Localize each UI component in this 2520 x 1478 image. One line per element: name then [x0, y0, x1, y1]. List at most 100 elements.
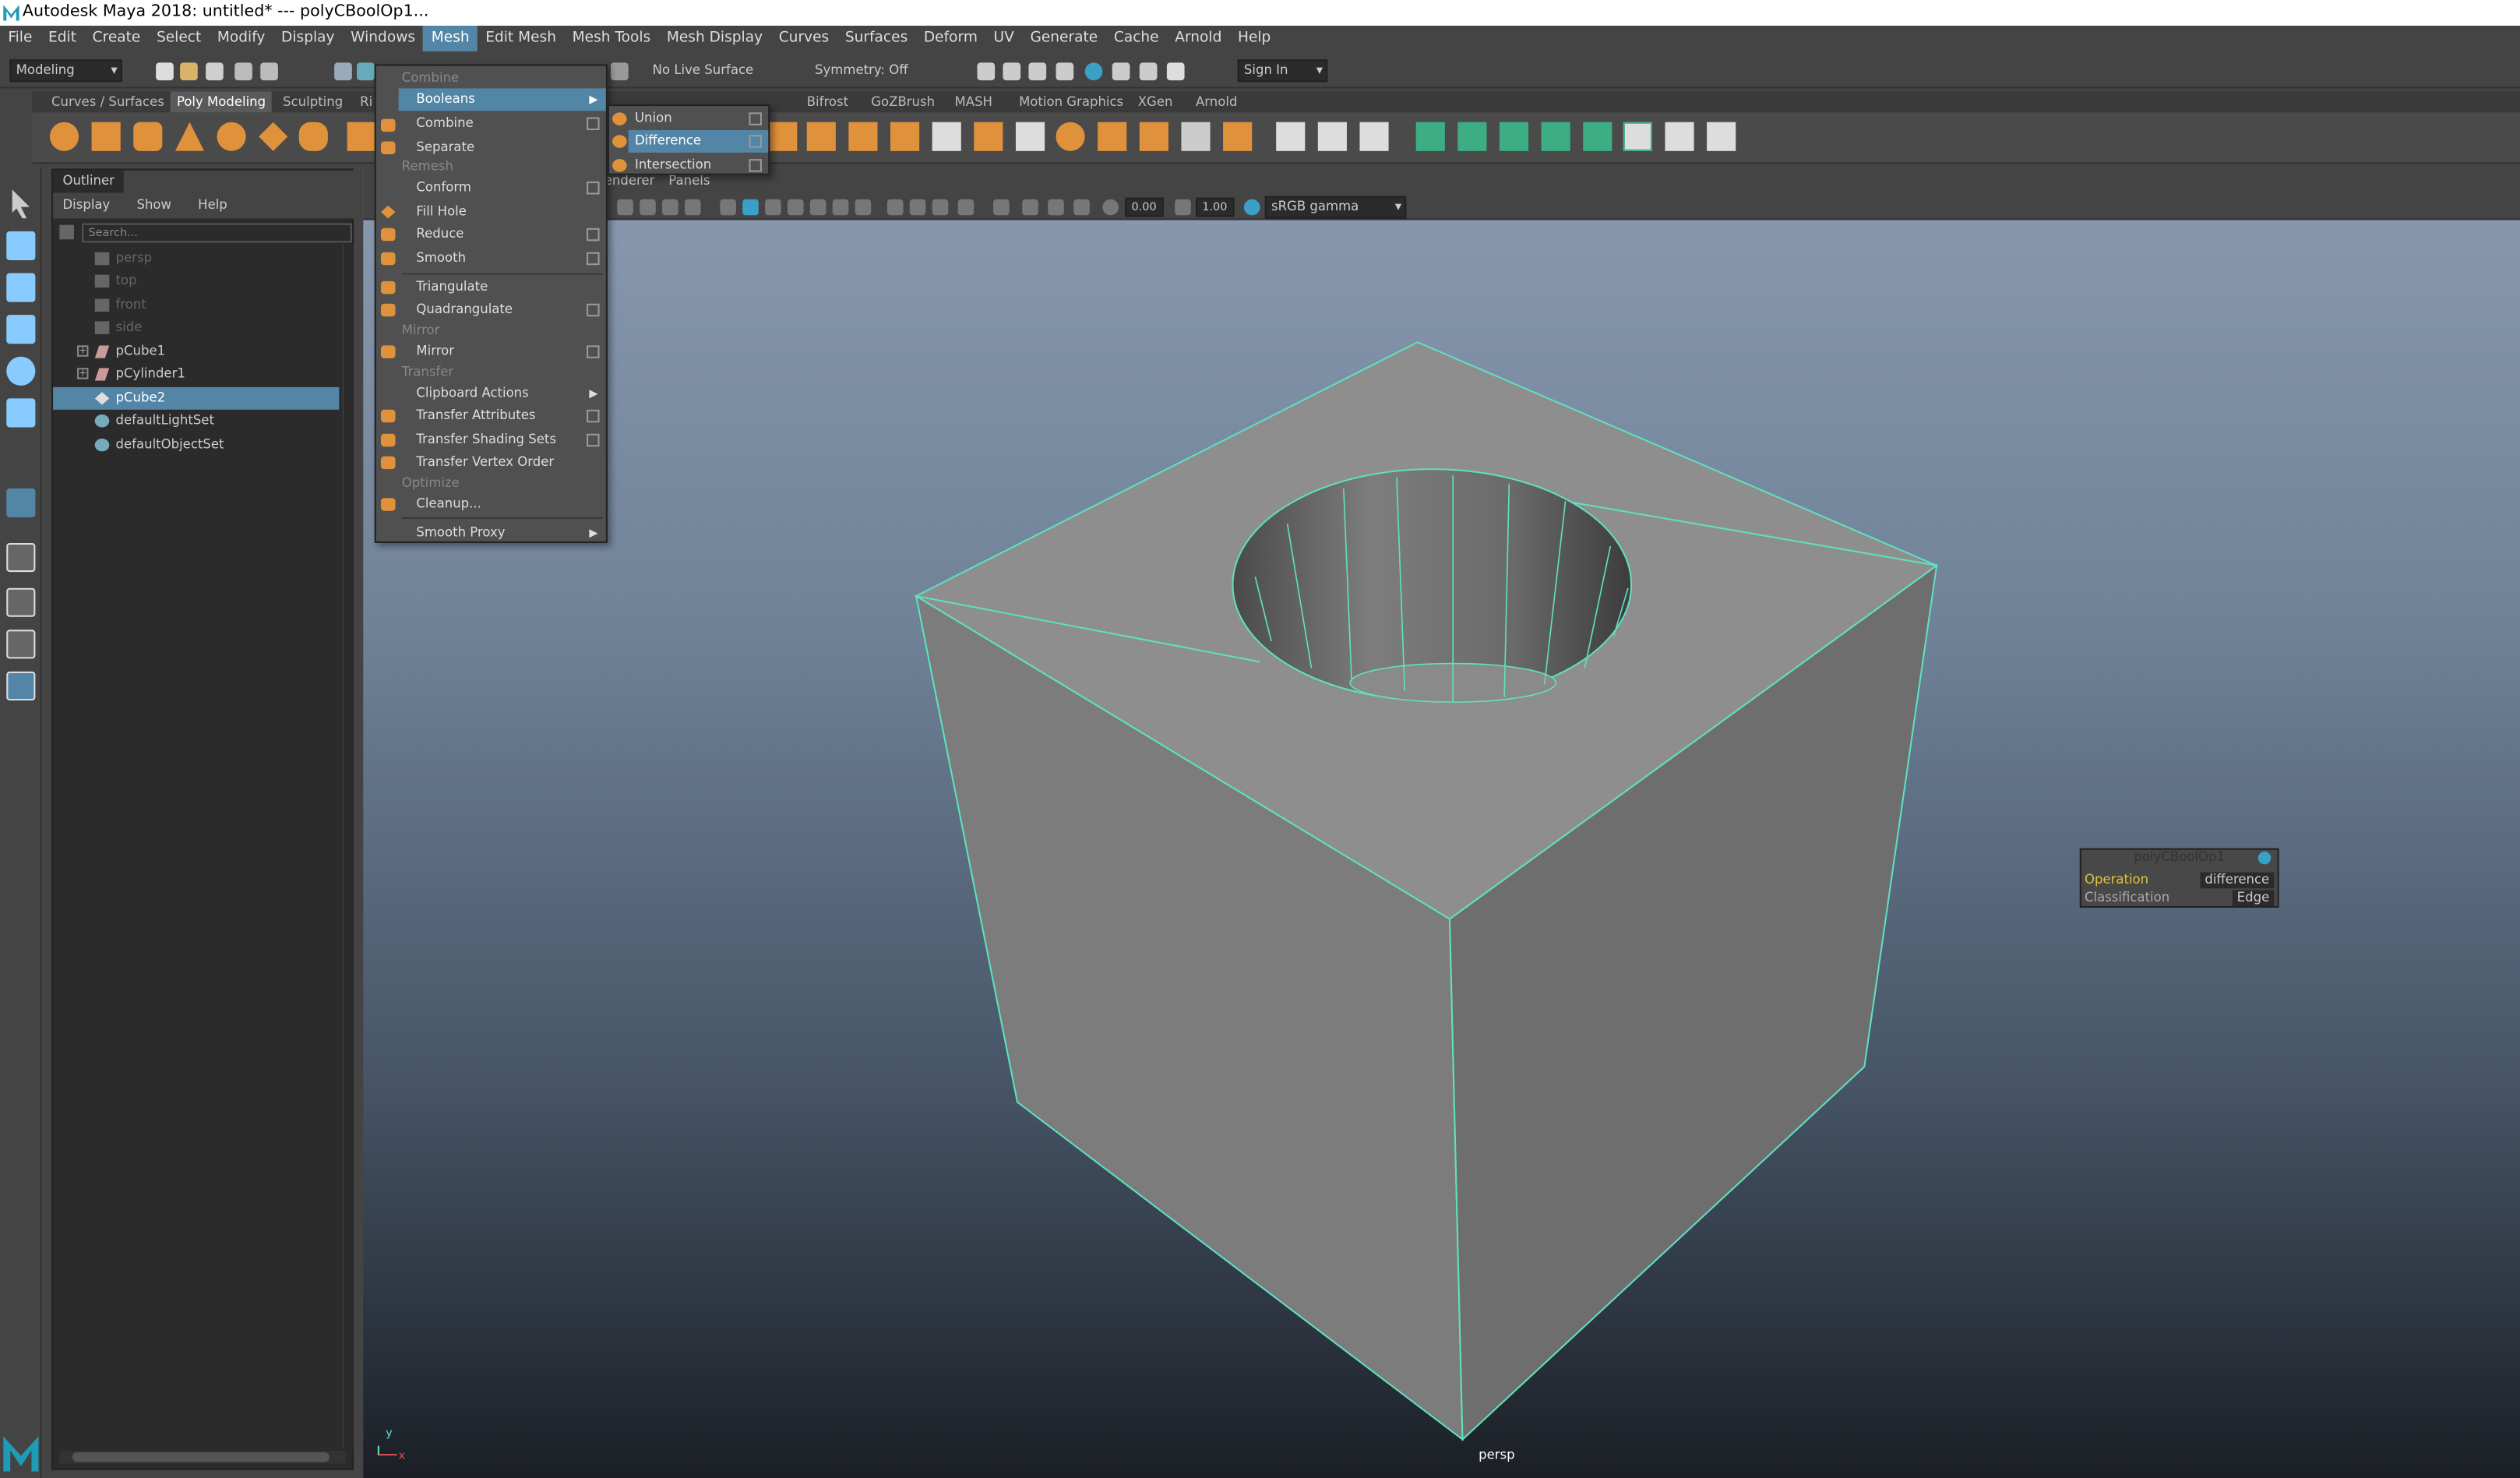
option-box-icon[interactable]: [587, 409, 600, 423]
paint-select-icon[interactable]: [6, 273, 36, 302]
automatic-map-icon[interactable]: [1541, 122, 1570, 151]
append-icon[interactable]: [1139, 122, 1168, 151]
select-object-icon[interactable]: [357, 62, 375, 81]
menu-item-difference[interactable]: Difference: [628, 130, 769, 153]
menu-select[interactable]: Select: [149, 26, 210, 51]
ipr-render-icon[interactable]: [1028, 62, 1047, 81]
live-surface-label[interactable]: No Live Surface: [653, 62, 754, 77]
select-tool-icon[interactable]: [12, 189, 30, 219]
select-hierarchy-icon[interactable]: [334, 62, 352, 81]
menu-item-cleanup[interactable]: Cleanup...: [376, 493, 606, 516]
hud-classification-value[interactable]: Edge: [2232, 890, 2275, 906]
menu-deform[interactable]: Deform: [916, 26, 986, 51]
hypershade-icon[interactable]: [1084, 62, 1103, 81]
single-perspective-layout-icon[interactable]: [6, 542, 36, 573]
menu-item-transfer-vertex-order[interactable]: Transfer Vertex Order: [376, 451, 606, 474]
shelf-options[interactable]: [0, 91, 33, 164]
option-box-icon[interactable]: [749, 112, 762, 125]
save-scene-icon[interactable]: [206, 62, 224, 81]
render-settings-icon[interactable]: [1056, 62, 1074, 81]
option-box-icon[interactable]: [587, 303, 600, 317]
outliner-horizontal-scrollbar[interactable]: [59, 1450, 346, 1464]
menu-mesh[interactable]: Mesh: [423, 25, 478, 51]
render-frame-icon[interactable]: [977, 62, 996, 81]
expand-icon[interactable]: +: [77, 345, 89, 357]
option-box-icon[interactable]: [587, 228, 600, 242]
render-view-icon[interactable]: [1112, 62, 1130, 81]
uv-editor-icon[interactable]: [1583, 122, 1612, 151]
checker-icon[interactable]: [1623, 122, 1652, 151]
new-scene-icon[interactable]: [156, 62, 174, 81]
outliner-item-persp[interactable]: persp: [53, 248, 339, 270]
poly-torus-icon[interactable]: [217, 122, 246, 151]
menu-item-combine[interactable]: Combine: [376, 112, 606, 135]
shelf-tab-curves-surfaces[interactable]: Curves / Surfaces: [51, 92, 164, 113]
scale-tool-icon[interactable]: [6, 398, 36, 428]
outliner-menu-help[interactable]: Help: [198, 198, 227, 213]
menu-windows[interactable]: Windows: [343, 26, 424, 51]
menu-item-union[interactable]: Union: [609, 108, 768, 130]
poly-cylinder-icon[interactable]: [133, 122, 163, 151]
poly-disc-icon[interactable]: [298, 122, 328, 151]
menu-item-transfer-shading-sets[interactable]: Transfer Shading Sets: [376, 429, 606, 452]
outliner-vertical-scrollbar[interactable]: [342, 244, 354, 1449]
undo-icon[interactable]: [234, 62, 252, 81]
offset-edge-loop-icon[interactable]: [1359, 122, 1389, 151]
outliner-menu-display[interactable]: Display: [62, 198, 110, 213]
outliner-layout-icon[interactable]: [6, 671, 36, 701]
arnold-render-icon[interactable]: [1139, 62, 1158, 81]
menu-mesh-display[interactable]: Mesh Display: [659, 26, 771, 51]
menu-create[interactable]: Create: [84, 26, 148, 51]
menu-help[interactable]: Help: [1230, 26, 1279, 51]
menu-file[interactable]: File: [0, 26, 41, 51]
outliner-menu-show[interactable]: Show: [136, 198, 171, 213]
shelf-tab-arnold[interactable]: Arnold: [1196, 92, 1237, 113]
lasso-tool-icon[interactable]: [6, 231, 36, 261]
open-scene-icon[interactable]: [180, 62, 198, 81]
outliner-item-pcube2[interactable]: pCube2: [53, 386, 340, 410]
insert-edge-loop-icon[interactable]: [1317, 122, 1347, 151]
four-view-layout-icon[interactable]: [6, 587, 36, 617]
poly-sphere-icon[interactable]: [49, 122, 79, 151]
bool-difference-icon[interactable]: [1098, 122, 1127, 151]
shelf-tab-motion-graphics[interactable]: Motion Graphics: [1019, 92, 1123, 113]
poly-cube-icon[interactable]: [91, 122, 121, 151]
outliner-search-input[interactable]: Search...: [82, 223, 352, 243]
menu-curves[interactable]: Curves: [770, 26, 837, 51]
fill-hole-icon[interactable]: [1181, 122, 1211, 151]
outliner-item-defaultobjectset[interactable]: defaultObjectSet: [53, 434, 339, 457]
soft-select-icon[interactable]: [6, 488, 36, 517]
menu-generate[interactable]: Generate: [1022, 26, 1105, 51]
menu-item-clipboard-actions[interactable]: Clipboard Actions ▶: [376, 383, 606, 405]
cut-uv-icon[interactable]: [1665, 122, 1694, 151]
shelf-tab-poly-modeling[interactable]: Poly Modeling: [170, 91, 273, 113]
menu-cache[interactable]: Cache: [1106, 26, 1167, 51]
menu-item-conform[interactable]: Conform: [376, 177, 606, 199]
menu-uv[interactable]: UV: [985, 26, 1022, 51]
shelf-tab-bifrost[interactable]: Bifrost: [807, 92, 848, 113]
menu-item-reduce[interactable]: Reduce: [376, 224, 606, 246]
menu-item-smooth-proxy[interactable]: Smooth Proxy ▶: [376, 522, 606, 545]
scrollbar-thumb[interactable]: [72, 1452, 330, 1462]
option-box-icon[interactable]: [749, 135, 762, 148]
menu-item-booleans[interactable]: Booleans ▶: [398, 88, 606, 111]
separate-icon[interactable]: [806, 122, 836, 151]
outliner-item-side[interactable]: side: [53, 316, 339, 339]
move-tool-icon[interactable]: [6, 315, 36, 344]
outliner-item-defaultlightset[interactable]: defaultLightSet: [53, 410, 339, 432]
multi-cut-icon[interactable]: [1276, 122, 1306, 151]
option-box-icon[interactable]: [587, 117, 600, 131]
menu-item-mirror[interactable]: Mirror: [376, 340, 606, 363]
persp-outliner-layout-icon[interactable]: [6, 630, 36, 659]
menu-item-separate[interactable]: Separate: [376, 136, 606, 159]
hud-operation-value[interactable]: difference: [2200, 872, 2275, 889]
extract-icon[interactable]: [848, 122, 878, 151]
shelf-tab-sculpting[interactable]: Sculpting: [283, 92, 343, 113]
option-box-icon[interactable]: [587, 345, 600, 358]
spherical-map-icon[interactable]: [1499, 122, 1529, 151]
mirror-icon[interactable]: [1223, 122, 1253, 151]
menu-item-quadrangulate[interactable]: Quadrangulate: [376, 299, 606, 322]
menu-item-smooth[interactable]: Smooth: [376, 248, 606, 270]
menu-item-transfer-attributes[interactable]: Transfer Attributes: [376, 405, 606, 428]
outliner-item-top[interactable]: top: [53, 270, 339, 292]
